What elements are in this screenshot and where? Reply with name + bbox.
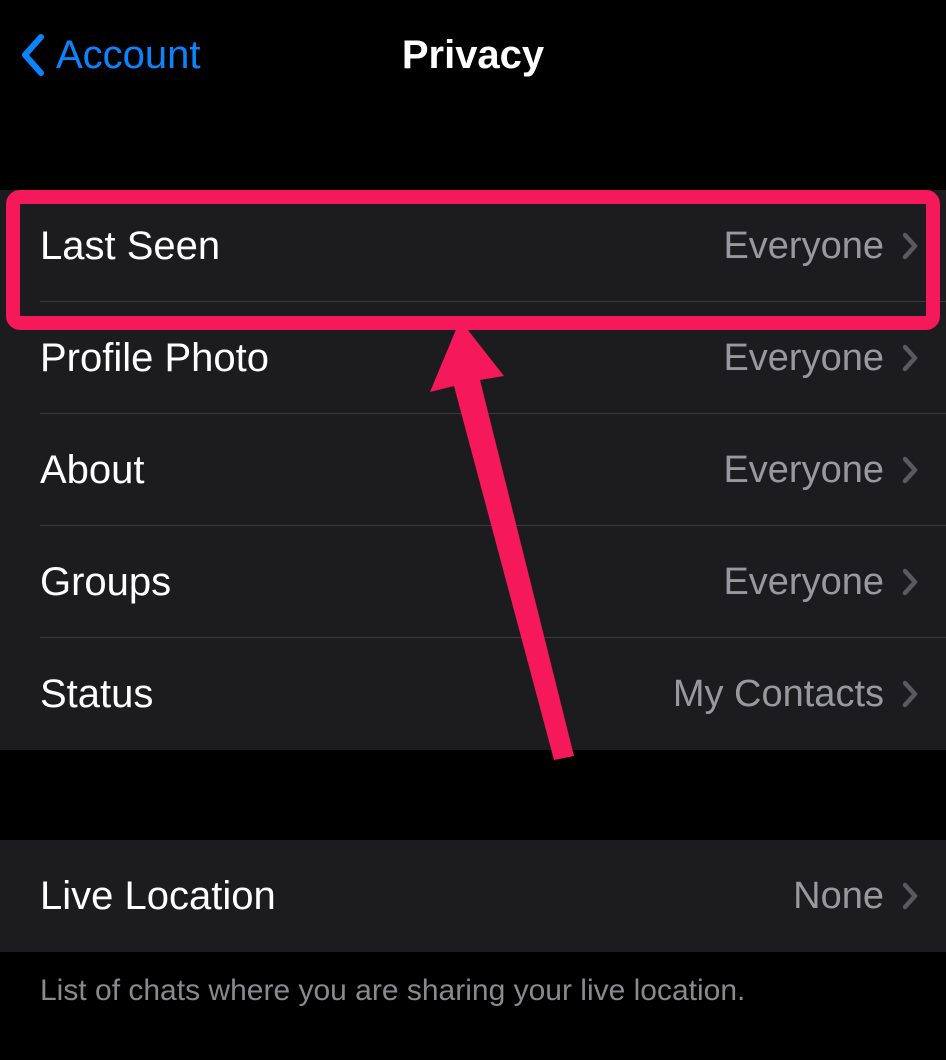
row-profile-photo[interactable]: Profile Photo Everyone: [0, 302, 946, 414]
row-label: Last Seen: [40, 224, 723, 269]
chevron-right-icon: [902, 568, 918, 596]
chevron-left-icon: [18, 33, 46, 77]
chevron-right-icon: [902, 344, 918, 372]
row-value: Everyone: [723, 337, 884, 380]
row-label: Live Location: [40, 874, 793, 919]
chevron-right-icon: [902, 680, 918, 708]
navigation-bar: Account Privacy: [0, 0, 946, 110]
row-value: None: [793, 875, 884, 918]
page-title: Privacy: [402, 33, 544, 78]
row-value: Everyone: [723, 225, 884, 268]
row-label: About: [40, 448, 723, 493]
row-live-location[interactable]: Live Location None: [0, 840, 946, 952]
chevron-right-icon: [902, 456, 918, 484]
row-label: Groups: [40, 560, 723, 605]
row-value: Everyone: [723, 449, 884, 492]
back-button[interactable]: Account: [18, 33, 201, 78]
live-location-footer: List of chats where you are sharing your…: [0, 952, 946, 1030]
row-value: Everyone: [723, 561, 884, 604]
back-label: Account: [56, 33, 201, 78]
privacy-settings-group: Last Seen Everyone Profile Photo Everyon…: [0, 190, 946, 750]
row-groups[interactable]: Groups Everyone: [0, 526, 946, 638]
chevron-right-icon: [902, 882, 918, 910]
row-label: Profile Photo: [40, 336, 723, 381]
row-value: My Contacts: [673, 673, 884, 716]
row-status[interactable]: Status My Contacts: [0, 638, 946, 750]
row-label: Status: [40, 672, 673, 717]
chevron-right-icon: [902, 232, 918, 260]
live-location-group: Live Location None: [0, 840, 946, 952]
row-about[interactable]: About Everyone: [0, 414, 946, 526]
row-last-seen[interactable]: Last Seen Everyone: [0, 190, 946, 302]
